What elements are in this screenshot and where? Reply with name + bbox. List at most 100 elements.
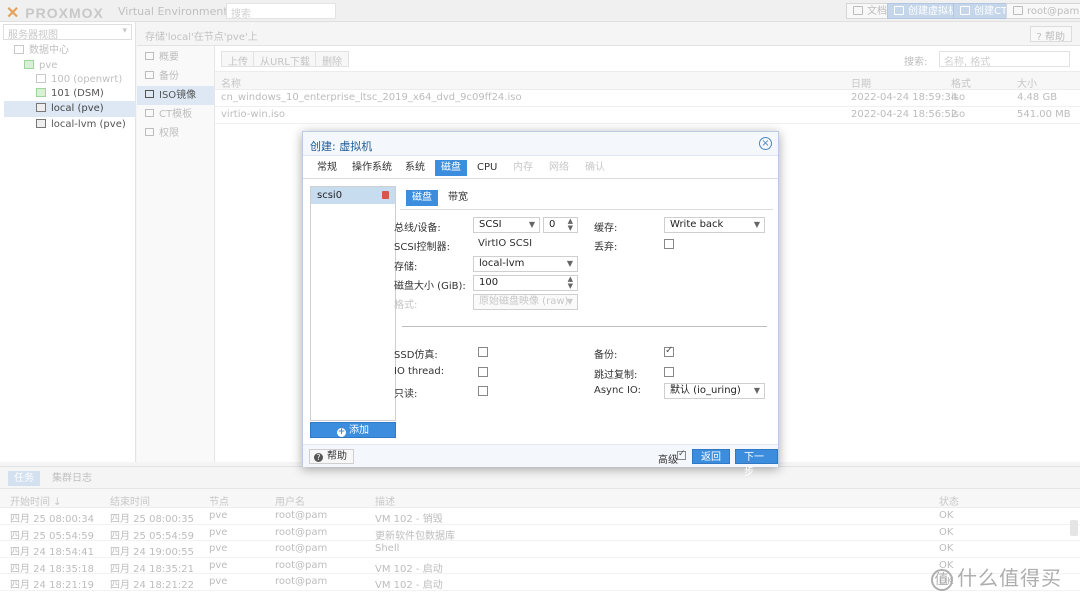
add-disk-button[interactable]: + 添加 bbox=[310, 422, 396, 438]
question-icon: ? bbox=[314, 453, 323, 462]
monitor-icon bbox=[894, 6, 904, 15]
col-user[interactable]: 用户名 bbox=[275, 493, 305, 508]
task-panel: 任务 集群日志 开始时间 ↓ 结束时间 节点 用户名 描述 状态 四月 25 0… bbox=[0, 466, 1080, 601]
download-url-button[interactable]: 从URL下载 bbox=[253, 51, 317, 68]
close-icon[interactable]: × bbox=[759, 137, 772, 150]
task-row[interactable]: 四月 24 18:21:19 四月 24 18:21:22 pve root@pam V… bbox=[0, 574, 1080, 591]
user-menu[interactable]: root@pam bbox=[1006, 3, 1080, 19]
col-end-time[interactable]: 结束时间 bbox=[110, 493, 150, 508]
controller-label: SCSI控制器: bbox=[394, 242, 450, 253]
task-row[interactable]: 四月 25 08:00:34 四月 25 08:00:35 pve root@pam V… bbox=[0, 508, 1080, 525]
chevron-down-icon: ▼ bbox=[566, 297, 573, 306]
dialog-help-button[interactable]: ? 帮助 bbox=[309, 449, 354, 464]
tab-system[interactable]: 系统 bbox=[399, 160, 431, 176]
book-icon bbox=[853, 6, 863, 15]
skip-replication-checkbox[interactable] bbox=[664, 367, 674, 377]
tree-storage-local-lvm[interactable]: local-lvm (pve) bbox=[36, 117, 126, 133]
tab-cluster-log[interactable]: 集群日志 bbox=[46, 471, 98, 486]
chevron-down-icon: ▼ bbox=[753, 220, 760, 229]
task-row[interactable]: 四月 25 05:54:59 四月 25 05:54:59 pve root@pam 更… bbox=[0, 525, 1080, 542]
format-select[interactable]: 原始磁盘映像 (raw) ▼ bbox=[473, 294, 578, 310]
col-date[interactable]: 日期 bbox=[851, 75, 871, 90]
tree-storage-local[interactable]: local (pve) bbox=[4, 101, 136, 117]
chevron-down-icon: ▼ bbox=[566, 259, 573, 268]
global-search-input[interactable]: 搜索 bbox=[226, 3, 336, 20]
disk-size-input[interactable]: 100 ▲ ▼ bbox=[473, 275, 578, 291]
ssd-label: SSD仿真: bbox=[394, 350, 438, 361]
async-io-select[interactable]: 默认 (io_uring) ▼ bbox=[664, 383, 765, 399]
spinner-icon: ▲ ▼ bbox=[567, 275, 573, 290]
table-row[interactable]: cn_windows_10_enterprise_ltsc_2019_x64_d… bbox=[215, 90, 1080, 107]
create-ct-button[interactable]: 创建CT bbox=[953, 3, 1015, 19]
col-node[interactable]: 节点 bbox=[209, 493, 229, 508]
content-header: 存储'local'在节点'pve'上 ? 帮助 bbox=[137, 22, 1080, 46]
col-format[interactable]: 格式 bbox=[951, 75, 971, 90]
storage-select[interactable]: local-lvm ▼ bbox=[473, 256, 578, 272]
tab-confirm[interactable]: 确认 bbox=[579, 160, 611, 176]
advanced-checkbox[interactable] bbox=[677, 449, 686, 460]
create-vm-dialog: 创建: 虚拟机 × 常规 操作系统 系统 磁盘 CPU 内存 网络 确认 scs… bbox=[302, 131, 779, 478]
menu-summary[interactable]: 概要 bbox=[137, 48, 214, 67]
delete-button[interactable]: 删除 bbox=[315, 51, 349, 68]
task-row[interactable]: 四月 24 18:54:41 四月 24 19:00:55 pve root@pam S… bbox=[0, 541, 1080, 558]
upload-button[interactable]: 上传 bbox=[221, 51, 255, 68]
task-row[interactable]: 四月 24 18:35:18 四月 24 18:35:21 pve root@pam V… bbox=[0, 558, 1080, 575]
next-button[interactable]: 下一步 bbox=[735, 449, 778, 478]
bus-select[interactable]: SCSI ▼ bbox=[473, 217, 540, 233]
col-status[interactable]: 状态 bbox=[939, 493, 959, 508]
tab-general[interactable]: 常规 bbox=[311, 160, 343, 176]
watermark-badge: 值 bbox=[931, 569, 953, 591]
cache-select[interactable]: Write back ▼ bbox=[664, 217, 765, 233]
tab-memory[interactable]: 内存 bbox=[507, 160, 539, 176]
tree-datacenter[interactable]: 数据中心 bbox=[14, 43, 69, 59]
subtab-disk[interactable]: 磁盘 bbox=[406, 190, 438, 206]
tab-cpu[interactable]: CPU bbox=[471, 160, 503, 176]
task-scrollbar[interactable] bbox=[1070, 520, 1078, 536]
backup-icon bbox=[145, 71, 154, 79]
task-tabs: 任务 集群日志 bbox=[0, 467, 1080, 489]
menu-permissions[interactable]: 权限 bbox=[137, 124, 214, 143]
view-selector[interactable]: 服务器视图 ▾ bbox=[3, 24, 132, 41]
summary-icon bbox=[145, 52, 154, 60]
menu-iso-images[interactable]: ISO镜像 bbox=[137, 86, 214, 105]
disk-list: scsi0 bbox=[310, 186, 396, 421]
discard-checkbox[interactable] bbox=[664, 239, 674, 249]
skip-replication-label: 跳过复制: bbox=[594, 370, 638, 381]
tab-network[interactable]: 网络 bbox=[543, 160, 575, 176]
back-button[interactable]: 返回 bbox=[692, 449, 730, 464]
ssd-checkbox[interactable] bbox=[478, 347, 488, 357]
col-start-time[interactable]: 开始时间 ↓ bbox=[10, 493, 62, 508]
cube-icon bbox=[960, 6, 970, 15]
device-index-stepper[interactable]: 0 ▲ ▼ bbox=[543, 217, 578, 233]
dialog-body: scsi0 + 添加 磁盘 带宽 总线/设备: SCSI ▼ 0 ▲ ▼ SCSI控制器… bbox=[303, 180, 778, 444]
storage-icon bbox=[36, 103, 46, 112]
tab-tasks[interactable]: 任务 bbox=[8, 471, 40, 486]
dialog-footer: ?帮助 高级 返回 下一步 bbox=[303, 444, 778, 478]
readonly-checkbox[interactable] bbox=[478, 386, 488, 396]
backup-checkbox[interactable] bbox=[664, 345, 674, 357]
iothread-label: IO thread: bbox=[394, 366, 445, 377]
cache-label: 缓存: bbox=[594, 223, 618, 234]
col-description[interactable]: 描述 bbox=[375, 493, 395, 508]
plus-icon: + bbox=[337, 427, 346, 437]
vm-running-icon bbox=[36, 88, 46, 97]
tab-disks[interactable]: 磁盘 bbox=[435, 160, 467, 176]
help-button[interactable]: ? 帮助 bbox=[1029, 26, 1072, 43]
trash-icon[interactable] bbox=[382, 191, 389, 199]
subtab-bandwidth[interactable]: 带宽 bbox=[442, 190, 474, 206]
table-row[interactable]: virtio-win.iso 2022-04-24 18:56:52 iso 5… bbox=[215, 107, 1080, 124]
col-size[interactable]: 大小 bbox=[1017, 75, 1037, 90]
tab-os[interactable]: 操作系统 bbox=[346, 160, 398, 176]
search-label: 搜索: bbox=[904, 57, 928, 68]
menu-ct-templates[interactable]: CT模板 bbox=[137, 105, 214, 124]
disk-size-label: 磁盘大小 (GiB): bbox=[394, 281, 466, 292]
col-name[interactable]: 名称 bbox=[221, 75, 241, 90]
top-bar: ✕ PROXMOX Virtual Environment 7.1-7 搜索 文… bbox=[0, 0, 1080, 22]
iothread-checkbox[interactable] bbox=[478, 367, 488, 377]
menu-backup[interactable]: 备份 bbox=[137, 67, 214, 86]
node-icon bbox=[24, 60, 34, 69]
tree-vm-101[interactable]: 101 (DSM) bbox=[36, 86, 104, 102]
chevron-down-icon: ▼ bbox=[753, 386, 760, 395]
grid-search-input[interactable]: 名称, 格式 bbox=[939, 51, 1070, 68]
disk-item-scsi0[interactable]: scsi0 bbox=[311, 187, 395, 204]
